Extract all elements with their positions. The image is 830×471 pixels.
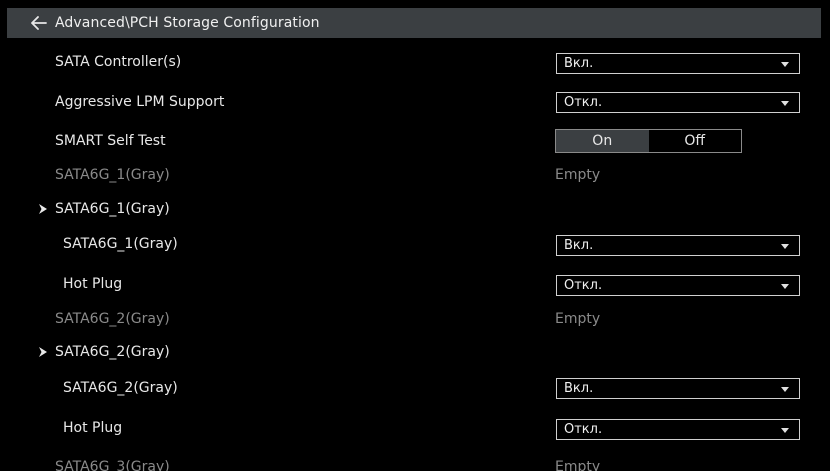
setting-label: Hot Plug <box>63 420 123 436</box>
setting-row-smart-self-test: SMART Self Test On Off <box>0 129 830 153</box>
dropdown-value: Вкл. <box>564 56 594 71</box>
submenu-label: SATA6G_2(Gray) <box>55 344 170 360</box>
setting-row-sata-controller: SATA Controller(s) Вкл. <box>0 50 830 74</box>
smart-self-test-toggle[interactable]: On Off <box>555 129 742 153</box>
info-value: Empty <box>555 167 601 183</box>
dropdown-value: Вкл. <box>564 238 594 253</box>
expand-arrow-icon <box>39 204 47 214</box>
info-row-sata3-partial: SATA6G_3(Gray) Empty <box>0 455 830 471</box>
chevron-down-icon <box>781 428 789 433</box>
sata2-port-dropdown[interactable]: Вкл. <box>556 378 800 399</box>
setting-label: SMART Self Test <box>55 133 166 149</box>
info-value: Empty <box>555 311 601 327</box>
chevron-down-icon <box>781 387 789 392</box>
aggressive-lpm-dropdown[interactable]: Откл. <box>556 92 800 113</box>
info-row-sata2: SATA6G_2(Gray) Empty <box>0 307 830 331</box>
info-value: Empty <box>555 459 601 471</box>
sata-controller-dropdown[interactable]: Вкл. <box>556 53 800 74</box>
dropdown-value: Откл. <box>564 95 603 110</box>
setting-label: SATA6G_2(Gray) <box>63 380 178 396</box>
chevron-down-icon <box>781 62 789 67</box>
chevron-down-icon <box>781 101 789 106</box>
page-title: Advanced\PCH Storage Configuration <box>55 15 320 31</box>
setting-row-aggressive-lpm: Aggressive LPM Support Откл. <box>0 90 830 114</box>
info-label: SATA6G_3(Gray) <box>55 459 170 471</box>
setting-label: SATA6G_1(Gray) <box>63 236 178 252</box>
setting-label: SATA Controller(s) <box>55 54 182 70</box>
setting-row-sata1-port: SATA6G_1(Gray) Вкл. <box>0 232 830 256</box>
toggle-on-option[interactable]: On <box>556 130 649 152</box>
back-arrow-icon[interactable] <box>31 16 47 30</box>
dropdown-value: Вкл. <box>564 381 594 396</box>
chevron-down-icon <box>781 244 789 249</box>
setting-row-sata2-port: SATA6G_2(Gray) Вкл. <box>0 376 830 400</box>
submenu-sata2[interactable]: SATA6G_2(Gray) <box>0 340 830 364</box>
sata1-port-dropdown[interactable]: Вкл. <box>556 235 800 256</box>
info-label: SATA6G_2(Gray) <box>55 311 170 327</box>
setting-row-sata1-hotplug: Hot Plug Откл. <box>0 272 830 296</box>
page-header: Advanced\PCH Storage Configuration <box>7 8 821 38</box>
dropdown-value: Откл. <box>564 422 603 437</box>
setting-label: Hot Plug <box>63 276 123 292</box>
sata1-hotplug-dropdown[interactable]: Откл. <box>556 275 800 296</box>
toggle-off-option[interactable]: Off <box>649 130 742 152</box>
submenu-label: SATA6G_1(Gray) <box>55 201 170 217</box>
submenu-sata1[interactable]: SATA6G_1(Gray) <box>0 197 830 221</box>
dropdown-value: Откл. <box>564 278 603 293</box>
info-label: SATA6G_1(Gray) <box>55 167 170 183</box>
info-row-sata1: SATA6G_1(Gray) Empty <box>0 163 830 187</box>
setting-label: Aggressive LPM Support <box>55 94 225 110</box>
sata2-hotplug-dropdown[interactable]: Откл. <box>556 419 800 440</box>
setting-row-sata2-hotplug: Hot Plug Откл. <box>0 416 830 440</box>
expand-arrow-icon <box>39 347 47 357</box>
bios-screen: Advanced\PCH Storage Configuration SATA … <box>0 0 830 471</box>
chevron-down-icon <box>781 284 789 289</box>
